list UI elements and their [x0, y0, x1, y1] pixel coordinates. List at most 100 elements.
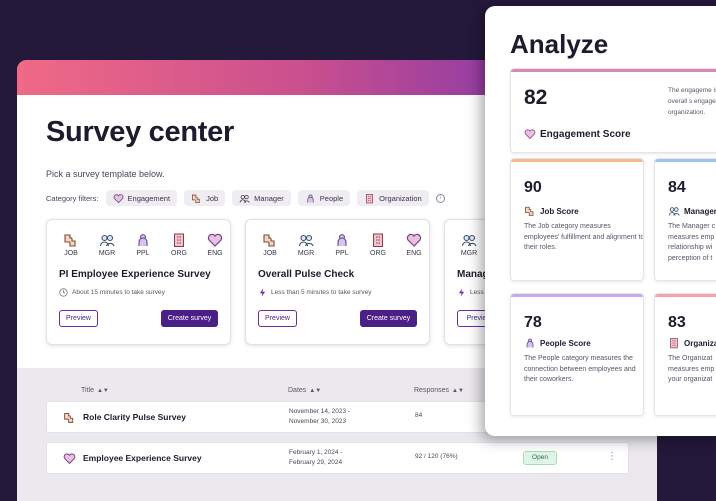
- filter-people[interactable]: People: [297, 190, 351, 206]
- column-header-dates[interactable]: Dates ▲▼: [288, 387, 321, 394]
- engagement-score-card[interactable]: 82 Engagement Score The engageme is an o…: [510, 68, 716, 153]
- category-icons: JOB MGR PPL ORG ENG: [58, 232, 228, 257]
- people-score-card[interactable]: 78 People Score The People category meas…: [510, 293, 644, 416]
- job-score-description: The Job category measures employees' ful…: [524, 223, 644, 251]
- filter-job[interactable]: Job: [184, 190, 226, 206]
- info-icon[interactable]: i: [435, 193, 445, 203]
- job-score-card[interactable]: 90 Job Score The Job category measures e…: [510, 158, 644, 281]
- survey-responses: 84: [415, 412, 423, 419]
- people-icon: [337, 234, 347, 246]
- template-duration: About 15 minutes to take survey: [59, 288, 165, 297]
- filter-engagement[interactable]: Engagement: [105, 190, 178, 206]
- survey-name: Role Clarity Pulse Survey: [83, 412, 186, 422]
- manager-icon: [99, 234, 115, 247]
- puzzle-icon: [192, 194, 200, 203]
- category-engagement: ENG: [401, 232, 427, 257]
- column-header-responses[interactable]: Responses ▲▼: [414, 387, 464, 394]
- analyze-panel: Analyze 82 Engagement Score The engageme…: [485, 6, 716, 436]
- clock-icon: [59, 288, 68, 297]
- puzzle-icon: [525, 206, 534, 216]
- people-score-value: 78: [524, 314, 542, 331]
- manager-score-label: Manager: [668, 205, 716, 217]
- building-icon: [670, 338, 678, 349]
- page-subtitle: Pick a survey template below.: [46, 169, 165, 179]
- building-icon: [174, 233, 184, 247]
- card-accent: [655, 294, 716, 297]
- bolt-icon: [259, 288, 266, 297]
- category-manager: MGR: [94, 232, 120, 257]
- filter-manager[interactable]: Manager: [232, 190, 291, 206]
- people-icon: [307, 193, 314, 203]
- category-engagement: ENG: [202, 232, 228, 257]
- category-job: JOB: [257, 232, 283, 257]
- manager-icon: [668, 207, 680, 216]
- analyze-title: Analyze: [510, 29, 609, 59]
- template-name: Manag: [457, 269, 489, 280]
- people-score-label: People Score: [524, 337, 591, 349]
- puzzle-icon: [64, 234, 76, 247]
- category-organization: ORG: [365, 232, 391, 257]
- filter-organization[interactable]: Organization: [357, 190, 429, 206]
- engagement-score-description: The engageme is an overall s engagement …: [668, 87, 716, 116]
- building-icon: [373, 233, 383, 247]
- category-job: JOB: [58, 232, 84, 257]
- manager-icon: [461, 234, 477, 247]
- column-header-title[interactable]: Title ▲▼: [81, 387, 109, 394]
- job-score-label: Job Score: [524, 205, 579, 217]
- card-accent: [511, 294, 643, 297]
- people-score-description: The People category measures the connect…: [524, 355, 636, 383]
- template-duration: Less: [457, 288, 484, 297]
- sort-icon: ▲▼: [96, 387, 109, 394]
- more-options-icon[interactable]: ⋮: [607, 451, 617, 462]
- sort-icon: ▲▼: [452, 387, 464, 394]
- category-filters: Category filters: Engagement Job Manager…: [46, 190, 445, 206]
- create-survey-button[interactable]: Create survey: [360, 310, 417, 327]
- heart-icon: [63, 453, 76, 465]
- manager-score-description: The Manager c measures emp relationship …: [668, 223, 716, 262]
- category-manager: MGR: [293, 232, 319, 257]
- engagement-score-label: Engagement Score: [524, 128, 631, 140]
- survey-dates: November 14, 2023 - November 30, 2023: [289, 408, 351, 425]
- template-card-pi-employee-experience[interactable]: JOB MGR PPL ORG ENG PI Employee Experien…: [46, 219, 231, 345]
- template-card-overall-pulse-check[interactable]: JOB MGR PPL ORG ENG Overall Pulse Check …: [245, 219, 430, 345]
- filters-label: Category filters:: [46, 193, 99, 203]
- sort-icon: ▲▼: [309, 387, 322, 394]
- template-name: Overall Pulse Check: [258, 269, 355, 280]
- card-accent: [655, 159, 716, 162]
- people-icon: [526, 338, 534, 348]
- card-accent: [511, 159, 643, 162]
- create-survey-button[interactable]: Create survey: [161, 310, 218, 327]
- preview-button[interactable]: Preview: [258, 310, 297, 327]
- template-duration: Less than 5 minutes to take survey: [258, 288, 371, 297]
- survey-dates: February 1, 2024 - February 29, 2024: [289, 449, 343, 466]
- job-score-value: 90: [524, 179, 542, 196]
- manager-icon: [298, 234, 314, 247]
- preview-button[interactable]: Preview: [59, 310, 98, 327]
- category-icons: JOB MGR PPL ORG ENG: [257, 232, 427, 257]
- survey-responses: 92 / 120 (76%): [415, 453, 458, 460]
- engagement-score-value: 82: [524, 86, 548, 109]
- heart-icon: [524, 129, 536, 140]
- building-icon: [366, 193, 374, 203]
- manager-score-card[interactable]: 84 Manager The Manager c measures emp re…: [654, 158, 716, 281]
- bolt-icon: [458, 288, 465, 297]
- survey-name: Employee Experience Survey: [83, 453, 202, 463]
- category-people: PPL: [130, 232, 156, 257]
- puzzle-icon: [64, 412, 74, 423]
- people-icon: [138, 234, 148, 246]
- heart-icon: [406, 233, 422, 247]
- status-badge: Open: [523, 451, 557, 465]
- category-manager: MGR: [456, 232, 482, 257]
- organization-score-card[interactable]: 83 Organiza The Organizat measures emp y…: [654, 293, 716, 416]
- manager-score-value: 84: [668, 179, 686, 196]
- heart-icon: [207, 233, 223, 247]
- page-title: Survey center: [46, 116, 234, 148]
- card-accent: [511, 69, 716, 72]
- category-icons: MGR: [456, 232, 482, 257]
- organization-score-value: 83: [668, 314, 686, 331]
- table-row[interactable]: Employee Experience Survey February 1, 2…: [46, 442, 629, 474]
- heart-icon: [113, 193, 123, 203]
- manager-icon: [239, 194, 250, 203]
- template-name: PI Employee Experience Survey: [59, 269, 211, 280]
- puzzle-icon: [263, 234, 275, 247]
